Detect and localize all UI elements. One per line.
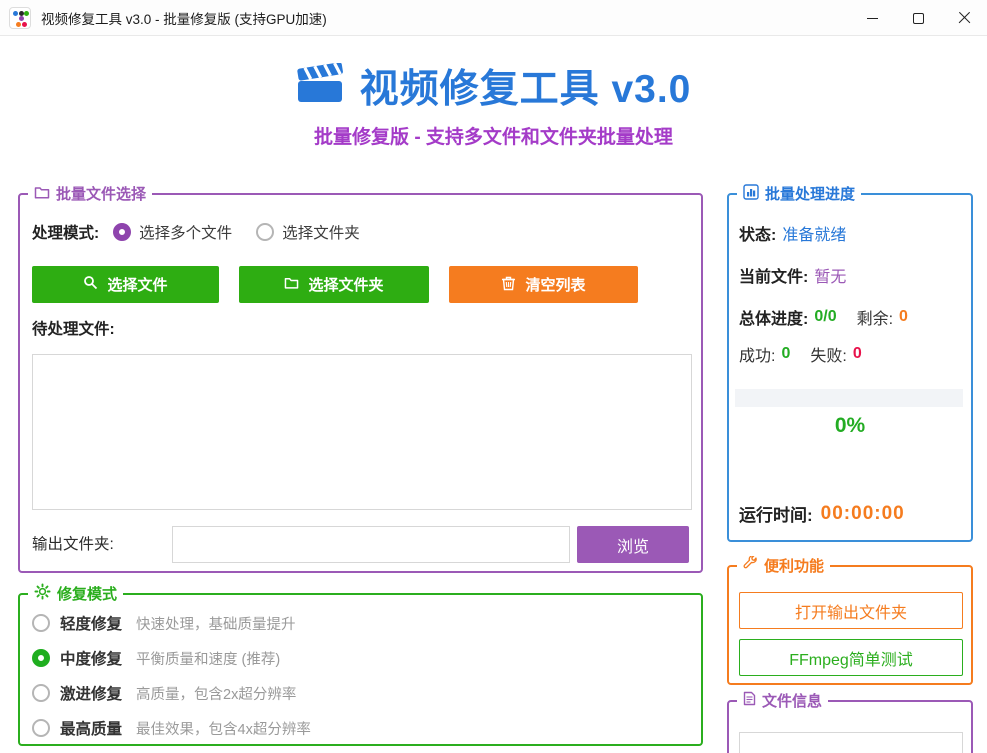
status-value: 准备就绪 <box>782 221 846 245</box>
repair-option-desc: 快速处理，基础质量提升 <box>136 613 296 634</box>
progress-group-title: 批量处理进度 <box>765 183 855 204</box>
runtime-row: 运行时间: 00:00:00 <box>739 501 905 526</box>
repair-mode-group: 修复模式 轻度修复 快速处理，基础质量提升 中度修复 平衡质量和速度 (推荐) … <box>18 593 703 746</box>
search-icon <box>83 275 98 294</box>
fail-value: 0 <box>853 345 862 363</box>
radio-select-multiple-files[interactable]: 选择多个文件 <box>113 221 232 243</box>
repair-option-desc: 平衡质量和速度 (推荐) <box>136 648 280 669</box>
output-folder-row: 输出文件夹: 浏览 <box>32 526 693 563</box>
repair-option-label: 轻度修复 <box>60 612 122 634</box>
process-mode-row: 处理模式: 选择多个文件 选择文件夹 <box>32 221 374 243</box>
app-logo-icon <box>9 7 31 29</box>
repair-option-label: 激进修复 <box>60 682 122 704</box>
maximize-button[interactable] <box>895 0 941 36</box>
current-file-row: 当前文件: 暂无 <box>739 263 963 287</box>
radio-selected-icon <box>113 223 131 241</box>
overall-progress-label: 总体进度: <box>739 305 808 329</box>
status-row: 状态: 准备就绪 <box>739 221 963 245</box>
radio-medium-repair[interactable]: 中度修复 平衡质量和速度 (推荐) <box>32 644 280 672</box>
wrench-icon <box>743 556 758 575</box>
remaining-value: 0 <box>899 308 908 326</box>
clear-list-button[interactable]: 清空列表 <box>449 266 638 303</box>
output-folder-input[interactable] <box>172 526 570 563</box>
process-mode-label: 处理模式: <box>32 221 99 243</box>
radio-unselected-icon <box>32 719 50 737</box>
utilities-group: 便利功能 打开输出文件夹 FFmpeg简单测试 <box>727 565 973 685</box>
select-folder-label: 选择文件夹 <box>308 274 383 295</box>
clear-list-label: 清空列表 <box>525 274 585 295</box>
title-bar: 视频修复工具 v3.0 - 批量修复版 (支持GPU加速) <box>0 0 987 36</box>
radio-label: 选择多个文件 <box>139 221 232 243</box>
radio-light-repair[interactable]: 轻度修复 快速处理，基础质量提升 <box>32 609 296 637</box>
file-selection-group-title: 批量文件选择 <box>56 183 146 204</box>
radio-unselected-icon <box>32 684 50 702</box>
select-folder-button[interactable]: 选择文件夹 <box>239 266 429 303</box>
clapperboard-icon <box>296 63 344 110</box>
current-file-label: 当前文件: <box>739 263 808 287</box>
success-fail-row: 成功: 0 失败: 0 <box>739 342 963 366</box>
fail-label: 失败: <box>810 342 846 366</box>
app-header: 视频修复工具 v3.0 批量修复版 - 支持多文件和文件夹批量处理 <box>0 36 987 149</box>
select-files-button[interactable]: 选择文件 <box>32 266 219 303</box>
file-info-box <box>739 732 963 753</box>
success-value: 0 <box>781 345 790 363</box>
document-icon <box>743 691 756 710</box>
close-icon <box>958 12 971 25</box>
repair-option-label: 最高质量 <box>60 717 122 739</box>
app-window: 视频修复工具 v3.0 - 批量修复版 (支持GPU加速) <box>0 0 987 753</box>
file-info-group-title: 文件信息 <box>762 690 822 711</box>
progress-percent: 0% <box>729 414 971 438</box>
file-info-group: 文件信息 <box>727 700 973 753</box>
repair-mode-group-title: 修复模式 <box>57 583 117 604</box>
maximize-icon <box>913 13 924 24</box>
runtime-value: 00:00:00 <box>821 503 905 525</box>
minimize-icon <box>867 18 878 19</box>
minimize-button[interactable] <box>849 0 895 36</box>
pending-files-label: 待处理文件: <box>32 317 115 339</box>
window-title: 视频修复工具 v3.0 - 批量修复版 (支持GPU加速) <box>41 8 327 28</box>
page-title: 视频修复工具 v3.0 <box>360 58 692 114</box>
bar-chart-icon <box>743 184 759 204</box>
open-output-folder-button[interactable]: 打开输出文件夹 <box>739 592 963 629</box>
gear-icon <box>34 583 51 604</box>
radio-max-quality[interactable]: 最高质量 最佳效果，包含4x超分辨率 <box>32 714 311 742</box>
status-label: 状态: <box>739 221 776 245</box>
progress-group: 批量处理进度 状态: 准备就绪 当前文件: 暂无 总体进度: 0/0 剩余: 0… <box>727 193 973 542</box>
current-file-value: 暂无 <box>814 263 846 287</box>
radio-aggressive-repair[interactable]: 激进修复 高质量，包含2x超分辨率 <box>32 679 296 707</box>
radio-unselected-icon <box>256 223 274 241</box>
folder-icon <box>34 185 50 203</box>
runtime-label: 运行时间: <box>739 501 813 526</box>
radio-selected-icon <box>32 649 50 667</box>
action-button-row: 选择文件 选择文件夹 清空列表 <box>20 266 701 303</box>
radio-select-folder-mode[interactable]: 选择文件夹 <box>256 221 360 243</box>
pending-files-listbox[interactable] <box>32 354 692 510</box>
radio-unselected-icon <box>32 614 50 632</box>
file-selection-group: 批量文件选择 处理模式: 选择多个文件 选择文件夹 选择文件 <box>18 193 703 573</box>
utilities-group-title: 便利功能 <box>764 555 824 576</box>
folder-icon <box>284 276 299 293</box>
success-label: 成功: <box>739 342 775 366</box>
select-files-label: 选择文件 <box>107 274 167 295</box>
browse-button[interactable]: 浏览 <box>577 526 689 563</box>
repair-option-desc: 最佳效果，包含4x超分辨率 <box>136 718 311 739</box>
page-subtitle: 批量修复版 - 支持多文件和文件夹批量处理 <box>0 122 987 149</box>
repair-option-label: 中度修复 <box>60 647 122 669</box>
repair-option-desc: 高质量，包含2x超分辨率 <box>136 683 296 704</box>
progress-bar <box>735 389 963 407</box>
radio-label: 选择文件夹 <box>282 221 360 243</box>
remaining-label: 剩余: <box>857 305 893 329</box>
overall-progress-row: 总体进度: 0/0 剩余: 0 <box>739 305 963 329</box>
ffmpeg-test-button[interactable]: FFmpeg简单测试 <box>739 639 963 676</box>
overall-progress-value: 0/0 <box>814 308 836 326</box>
close-button[interactable] <box>941 0 987 36</box>
output-folder-label: 输出文件夹: <box>32 526 114 563</box>
trash-icon <box>501 275 516 295</box>
